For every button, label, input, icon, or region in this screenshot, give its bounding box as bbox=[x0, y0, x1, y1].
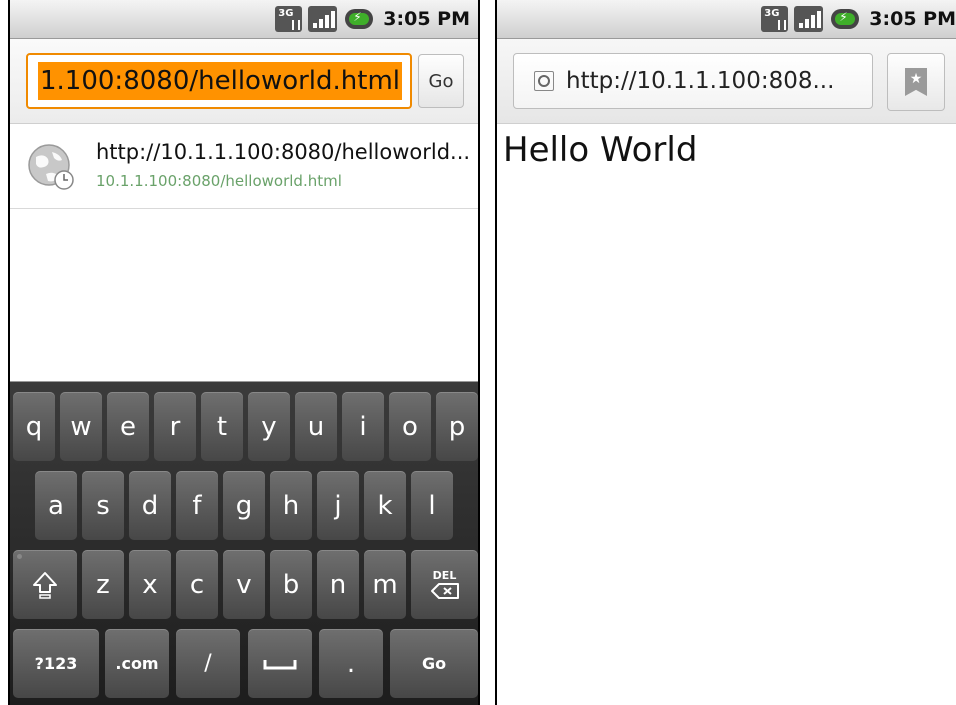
key-w[interactable]: w bbox=[60, 392, 102, 461]
key-g[interactable]: g bbox=[223, 471, 265, 540]
suggestion-title: http://10.1.1.100:8080/helloworld... bbox=[96, 140, 471, 164]
keyboard-go-key[interactable]: Go bbox=[390, 629, 478, 698]
suggestion-url: 10.1.1.100:8080/helloworld.html bbox=[96, 172, 342, 190]
delete-label: DEL bbox=[432, 568, 457, 582]
bookmark-star-icon: ★ bbox=[905, 68, 927, 96]
space-bar-icon bbox=[263, 659, 297, 669]
key-z[interactable]: z bbox=[82, 550, 124, 619]
dotcom-key[interactable]: .com bbox=[105, 629, 169, 698]
key-x[interactable]: x bbox=[129, 550, 171, 619]
key-l[interactable]: l bbox=[411, 471, 453, 540]
bookmark-button[interactable]: ★ bbox=[887, 53, 945, 111]
key-h[interactable]: h bbox=[270, 471, 312, 540]
key-e[interactable]: e bbox=[107, 392, 149, 461]
key-b[interactable]: b bbox=[270, 550, 312, 619]
page-heading: Hello World bbox=[503, 130, 698, 170]
period-key[interactable]: . bbox=[319, 629, 383, 698]
status-bar: 3G 3:05 PM bbox=[497, 0, 956, 39]
battery-charging-icon bbox=[345, 9, 374, 29]
key-d[interactable]: d bbox=[129, 471, 171, 540]
delete-key[interactable]: DEL bbox=[411, 550, 478, 619]
soft-keyboard: q w e r t y u i o p a s d f g h j k l z … bbox=[10, 381, 478, 705]
key-o[interactable]: o bbox=[389, 392, 431, 461]
url-input-selected-text: 1.100:8080/helloworld.html bbox=[38, 62, 403, 100]
signal-icon bbox=[308, 6, 338, 32]
left-phone-screen: 3G 3:05 PM 1.100:8080/helloworld.html Go… bbox=[8, 0, 480, 705]
key-j[interactable]: j bbox=[317, 471, 359, 540]
page-favicon-icon bbox=[534, 71, 554, 91]
key-i[interactable]: i bbox=[342, 392, 384, 461]
go-button[interactable]: Go bbox=[418, 54, 464, 108]
status-bar: 3G 3:05 PM bbox=[10, 0, 478, 39]
key-k[interactable]: k bbox=[364, 471, 406, 540]
key-u[interactable]: u bbox=[295, 392, 337, 461]
network-3g-icon: 3G bbox=[761, 6, 789, 32]
shift-icon bbox=[33, 571, 57, 599]
shift-key[interactable] bbox=[13, 550, 77, 619]
right-phone-screen: 3G 3:05 PM http://10.1.1.100:808... ★ He… bbox=[495, 0, 956, 705]
signal-icon bbox=[794, 6, 824, 32]
backspace-icon bbox=[430, 582, 459, 599]
key-m[interactable]: m bbox=[364, 550, 406, 619]
slash-key[interactable]: / bbox=[176, 629, 240, 698]
key-n[interactable]: n bbox=[317, 550, 359, 619]
status-time: 3:05 PM bbox=[383, 8, 470, 30]
key-s[interactable]: s bbox=[82, 471, 124, 540]
symbols-key[interactable]: ?123 bbox=[13, 629, 99, 698]
key-a[interactable]: a bbox=[35, 471, 77, 540]
url-input[interactable]: 1.100:8080/helloworld.html bbox=[26, 53, 412, 109]
key-r[interactable]: r bbox=[154, 392, 196, 461]
network-3g-icon: 3G bbox=[275, 6, 303, 32]
key-q[interactable]: q bbox=[13, 392, 55, 461]
suggestion-item[interactable]: http://10.1.1.100:8080/helloworld... 10.… bbox=[10, 124, 478, 209]
title-bar: http://10.1.1.100:808... ★ bbox=[497, 39, 956, 124]
status-time: 3:05 PM bbox=[869, 8, 956, 30]
history-globe-icon bbox=[28, 144, 74, 190]
key-c[interactable]: c bbox=[176, 550, 218, 619]
key-y[interactable]: y bbox=[248, 392, 290, 461]
battery-charging-icon bbox=[831, 9, 860, 29]
space-key[interactable] bbox=[248, 629, 312, 698]
key-v[interactable]: v bbox=[223, 550, 265, 619]
key-p[interactable]: p bbox=[436, 392, 478, 461]
url-bar: 1.100:8080/helloworld.html Go bbox=[10, 39, 478, 124]
key-t[interactable]: t bbox=[201, 392, 243, 461]
key-f[interactable]: f bbox=[176, 471, 218, 540]
url-display[interactable]: http://10.1.1.100:808... bbox=[513, 53, 873, 109]
url-text: http://10.1.1.100:808... bbox=[566, 68, 835, 94]
